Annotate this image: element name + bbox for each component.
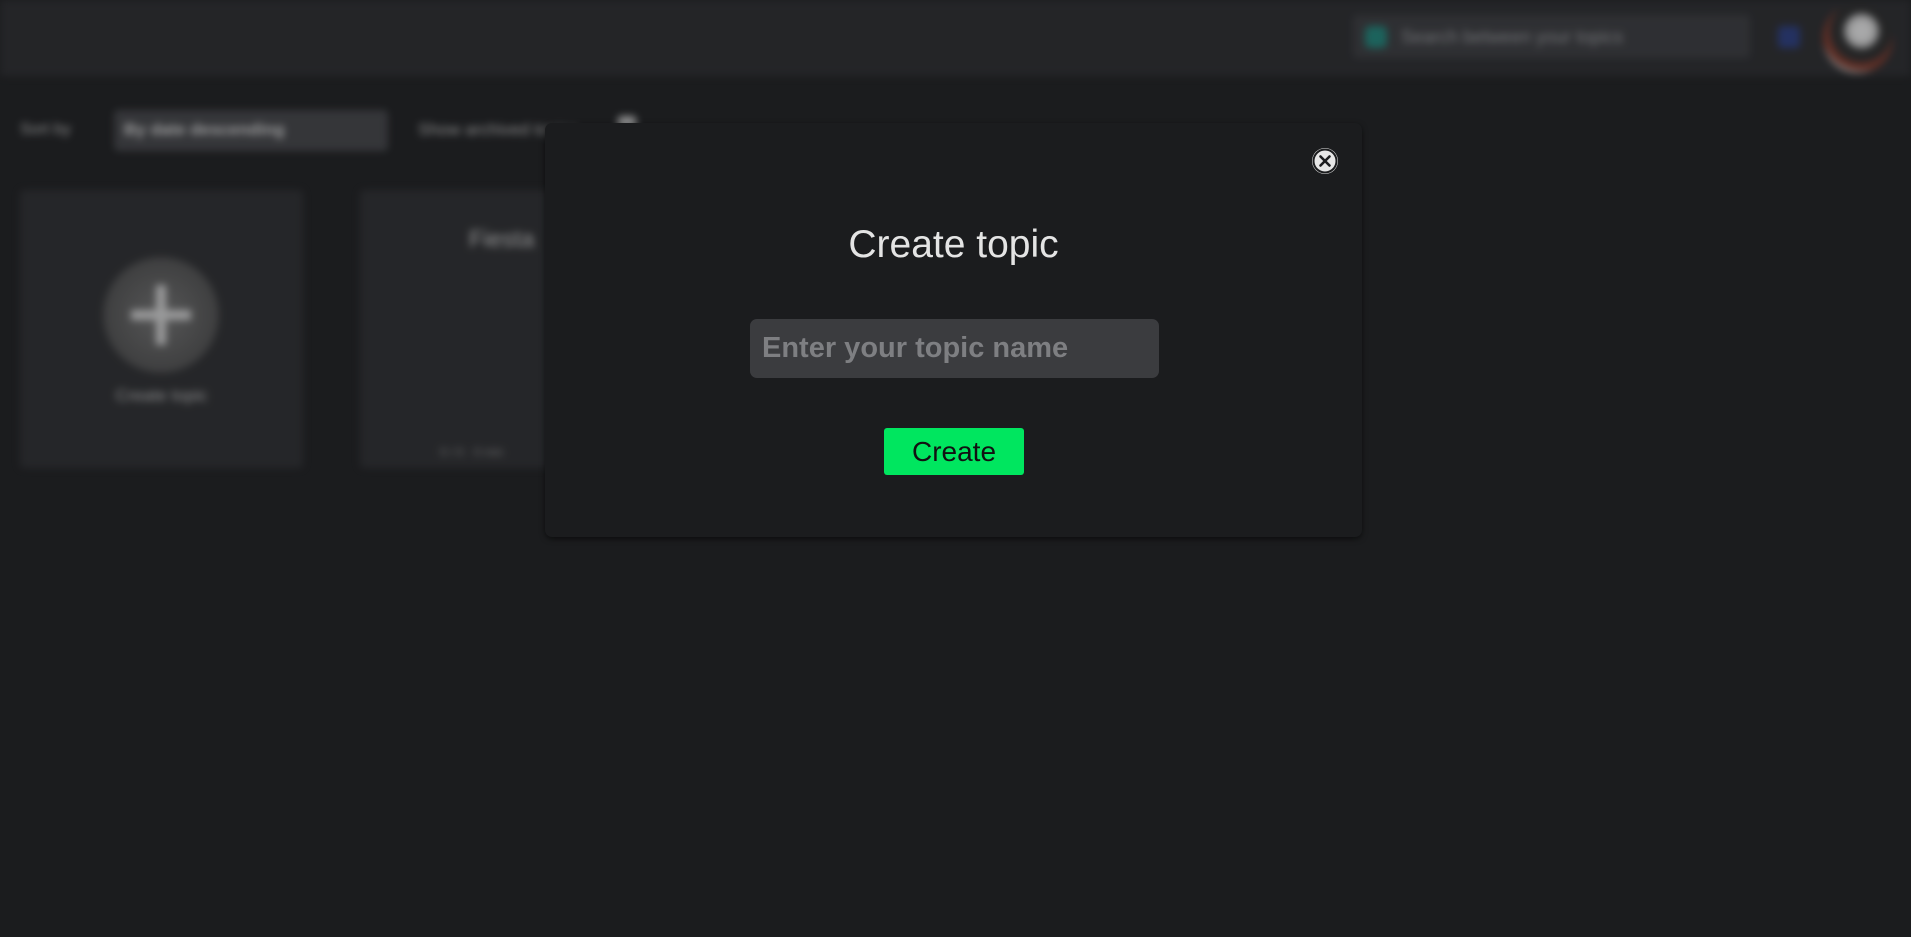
top-bar: Search between your topics [0,0,1911,76]
sort-select[interactable]: By date descending [114,110,388,151]
search-icon [1365,26,1387,48]
plus-icon [103,257,219,373]
page: Search between your topics Sort by By da… [0,0,1911,937]
search-box[interactable]: Search between your topics [1353,15,1750,58]
avatar[interactable] [1823,3,1893,73]
create-topic-card-label: Create topic [115,386,208,405]
sort-select-value: By date descending [124,120,285,139]
topic-name-input[interactable] [750,319,1159,378]
create-button[interactable]: Create [884,428,1024,475]
close-button[interactable] [1312,148,1338,174]
create-topic-card[interactable]: Create topic [20,190,303,468]
create-topic-dialog: Create topic Create [545,123,1362,537]
search-placeholder: Search between your topics [1401,27,1624,47]
topic-card-footer: 0 / 0 · 0 min [440,445,504,459]
close-icon [1312,148,1338,174]
notification-icon[interactable] [1778,26,1800,48]
dialog-title: Create topic [848,223,1059,266]
sort-label: Sort by [20,121,71,138]
